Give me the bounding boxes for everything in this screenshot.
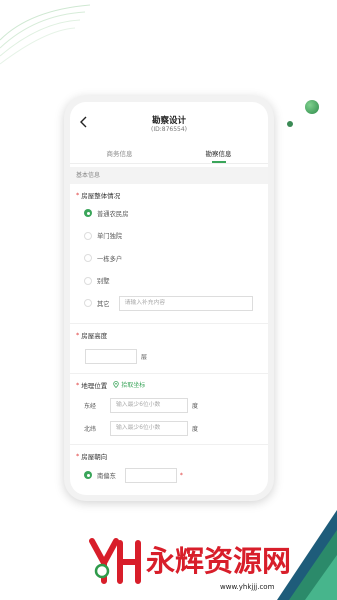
page-title: 勘察设计 [151, 116, 186, 126]
house-height-label: 房屋高度 [81, 331, 108, 340]
section-basic-info: 基本信息 [70, 167, 268, 184]
radio-checked-icon [84, 209, 92, 218]
top-bar: 勘察设计 (ID:876554) [70, 102, 268, 144]
floor-count-input[interactable] [85, 348, 137, 364]
location-label: 地理位置 [81, 381, 108, 390]
required-mark: * [76, 451, 80, 460]
required-mark: * [179, 471, 183, 479]
record-id: (ID:876554) [151, 126, 187, 133]
house-type-group: * 房屋整体情况 普通农民房 单门独院 一栋多户 别墅 其它 请输入补充内容 [70, 184, 268, 324]
tab-survey-info[interactable]: 勘察信息 [169, 144, 268, 163]
other-detail-input[interactable]: 请输入补充内容 [118, 295, 253, 311]
location-pin-icon [113, 381, 119, 388]
latitude-input[interactable]: 输入最少6位小数 [110, 420, 188, 436]
floor-unit: 层 [141, 353, 148, 361]
radio-option-ordinary-house[interactable]: 普通农民房 [76, 202, 262, 225]
house-type-label: 房屋整体情况 [81, 192, 121, 200]
radio-unchecked-icon [84, 276, 92, 285]
pick-coordinates-button[interactable]: 拾取坐标 [113, 380, 145, 389]
latitude-label: 北纬 [84, 425, 97, 433]
radio-option-multi-household[interactable]: 一栋多户 [76, 247, 262, 270]
required-mark: * [76, 330, 80, 339]
radio-unchecked-icon [84, 254, 92, 263]
brand-logo-icon [89, 538, 141, 584]
tab-bar: 商务信息 勘察信息 [70, 144, 268, 164]
radio-option-villa[interactable]: 别墅 [76, 270, 262, 293]
decorative-swirl [0, 4, 90, 65]
phone-frame: 勘察设计 (ID:876554) 商务信息 勘察信息 基本信息 * 房屋整体情况… [64, 96, 274, 501]
orientation-group: * 房屋朝向 南偏东 * [70, 445, 268, 491]
orientation-degree-input[interactable] [124, 467, 177, 483]
longitude-label: 东经 [84, 402, 97, 410]
decorative-dot-large [305, 100, 319, 114]
location-group: * 地理位置 拾取坐标 东经 输入最少6位小数 度 北纬 输入最少6位小数 度 [70, 374, 268, 445]
radio-unchecked-icon [84, 299, 92, 308]
orientation-option[interactable]: 南偏东 [97, 471, 116, 480]
latitude-unit: 度 [192, 425, 199, 433]
watermark-brand: 永辉资源网 [146, 544, 292, 578]
radio-checked-icon[interactable] [84, 471, 92, 479]
watermark-site: www.yhkjjj.com [220, 583, 275, 591]
radio-option-other[interactable]: 其它 请输入补充内容 [76, 292, 262, 315]
orientation-label: 房屋朝向 [81, 452, 108, 461]
pick-coordinates-label: 拾取坐标 [121, 382, 146, 389]
longitude-unit: 度 [192, 402, 199, 410]
house-height-group: * 房屋高度 层 [70, 324, 268, 374]
radio-option-detached-courtyard[interactable]: 单门独院 [76, 225, 262, 248]
app-screen: 勘察设计 (ID:876554) 商务信息 勘察信息 基本信息 * 房屋整体情况… [70, 102, 268, 495]
required-mark: * [76, 380, 80, 389]
decorative-dot-small [287, 121, 293, 127]
tab-business-info[interactable]: 商务信息 [70, 144, 169, 163]
required-mark: * [76, 191, 80, 199]
radio-unchecked-icon [84, 231, 92, 240]
longitude-input[interactable]: 输入最少6位小数 [110, 397, 188, 413]
